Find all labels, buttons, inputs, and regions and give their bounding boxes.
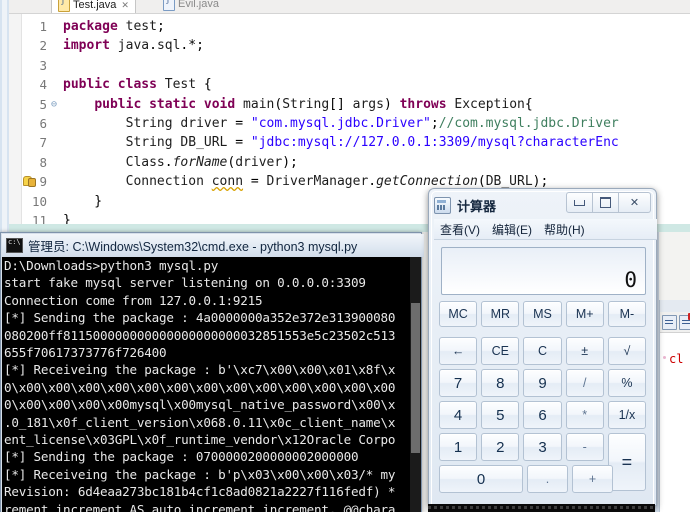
calculator-icon — [434, 197, 451, 214]
code-text: public class Test { — [63, 77, 212, 93]
code-text: package test; — [63, 19, 165, 34]
cmd-scrollbar[interactable] — [410, 257, 421, 512]
cmd-console-window[interactable]: 管理员: C:\Windows\System32\cmd.exe - pytho… — [0, 232, 424, 512]
memory-clear-key[interactable]: MC — [439, 301, 478, 327]
close-icon[interactable]: ✕ — [121, 0, 129, 11]
cmd-title-text: 管理员: C:\Windows\System32\cmd.exe - pytho… — [28, 240, 358, 254]
digit-7-key[interactable]: 7 — [439, 369, 478, 397]
sign-toggle-key[interactable]: ± — [565, 337, 604, 365]
memory-subtract-key[interactable]: M- — [607, 301, 647, 327]
minimize-button[interactable] — [566, 192, 593, 213]
line-number: 2 — [39, 38, 47, 54]
calculator-menu-item-0[interactable]: 查看(V) — [440, 221, 480, 238]
cmd-scrollbar-thumb[interactable] — [411, 303, 420, 453]
line-number: 9 — [39, 174, 47, 190]
code-text: } — [63, 193, 103, 209]
digit-8-key[interactable]: 8 — [481, 369, 520, 397]
line-number: 6 — [39, 116, 47, 131]
code-line[interactable]: 5 ⊖ public static void main(String[] args… — [21, 95, 690, 114]
digit-0-key[interactable]: 0 — [439, 465, 523, 493]
code-line[interactable]: 1 package test; — [21, 17, 690, 36]
calculator-window[interactable]: 计算器 ✕ 查看(V) 编辑(E) 帮助(H) 0 MC MR MS M+ M- ← CE C ± √… — [428, 188, 657, 506]
digit-9-key[interactable]: 9 — [523, 369, 562, 397]
line-number: 8 — [39, 154, 47, 170]
editor-tab-bar: Test.java ✕ Evil.java — [9, 0, 690, 13]
digit-3-key[interactable]: 3 — [523, 433, 562, 461]
cmd-output-text: D:\Downloads>python3 mysql.py start fake… — [4, 258, 396, 512]
tab-label: Evil.java — [178, 0, 219, 10]
code-text: import java.sql.*; — [63, 38, 204, 54]
calculator-display-value: 0 — [624, 268, 637, 292]
digit-2-key[interactable]: 2 — [481, 433, 520, 461]
terminate-console-icon[interactable] — [678, 312, 690, 330]
memory-add-key[interactable]: M+ — [565, 301, 604, 327]
clear-entry-key[interactable]: CE — [481, 337, 520, 365]
line-number: 7 — [39, 135, 47, 151]
divide-key[interactable]: / — [565, 369, 604, 397]
tab-evil-java[interactable]: Evil.java — [157, 0, 225, 13]
line-number: 1 — [39, 19, 47, 34]
java-file-icon — [163, 0, 175, 11]
calculator-menu-bar[interactable]: 查看(V) 编辑(E) 帮助(H) — [434, 219, 657, 240]
maximize-button[interactable] — [593, 192, 619, 213]
reciprocal-key[interactable]: 1/x — [607, 401, 647, 429]
tab-label: Test.java — [73, 0, 117, 11]
annotation-dot — [663, 356, 666, 359]
console-view-icon[interactable] — [662, 314, 677, 330]
console-panel-toolbar[interactable] — [660, 312, 690, 333]
backspace-key[interactable]: ← — [439, 337, 478, 365]
calculator-display: 0 — [441, 247, 646, 295]
percent-key[interactable]: % — [607, 369, 647, 397]
cmd-output-area[interactable]: FREEBUF D:\Downloads>python3 mysql.py st… — [2, 257, 420, 512]
code-line[interactable]: 7 String DB_URL = "jdbc:mysql://127.0.0.… — [21, 133, 690, 152]
calculator-title-text: 计算器 — [457, 199, 497, 214]
calculator-menu-item-1[interactable]: 编辑(E) — [492, 221, 532, 238]
digit-4-key[interactable]: 4 — [439, 401, 478, 429]
memory-recall-key[interactable]: MR — [481, 301, 520, 327]
code-text: public static void main(String[] args) t… — [94, 96, 533, 112]
console-panel-header — [660, 300, 690, 312]
java-file-icon — [58, 0, 70, 12]
line-number: 10 — [31, 193, 47, 209]
code-line[interactable]: 4 public class Test { — [21, 75, 690, 94]
console-output-text: cl — [669, 352, 684, 366]
digit-6-key[interactable]: 6 — [523, 401, 562, 429]
window-controls[interactable]: ✕ — [566, 192, 651, 213]
decimal-point-key[interactable]: . — [527, 465, 568, 493]
sqrt-key[interactable]: √ — [607, 337, 647, 365]
line-number: 4 — [39, 77, 47, 93]
code-line[interactable]: 2 import java.sql.*; — [21, 36, 690, 55]
code-text: Class.forName(driver); — [125, 154, 298, 170]
add-key[interactable]: + — [572, 465, 613, 493]
cmd-icon — [6, 238, 23, 253]
keypad-row: 0. + — [439, 465, 646, 493]
code-text: String driver = "com.mysql.jdbc.Driver";… — [125, 116, 619, 131]
code-line[interactable]: 3 — [21, 56, 690, 75]
digit-5-key[interactable]: 5 — [481, 401, 520, 429]
fold-toggle-icon[interactable]: ⊖ — [49, 95, 59, 114]
calculator-menu-item-2[interactable]: 帮助(H) — [544, 221, 585, 238]
memory-store-key[interactable]: MS — [523, 301, 562, 327]
keypad-row: ← CE C ± √ — [439, 337, 647, 365]
tab-test-java[interactable]: Test.java ✕ — [51, 0, 136, 13]
subtract-key[interactable]: - — [565, 433, 604, 461]
close-button[interactable]: ✕ — [619, 192, 651, 213]
line-number: 3 — [39, 57, 47, 73]
multiply-key[interactable]: * — [565, 401, 604, 429]
cmd-title-bar[interactable]: 管理员: C:\Windows\System32\cmd.exe - pytho… — [2, 234, 424, 257]
digit-1-key[interactable]: 1 — [439, 433, 478, 461]
keypad-row: 4 5 6 * 1/x — [439, 401, 647, 429]
clear-key[interactable]: C — [523, 337, 562, 365]
console-view-panel[interactable]: cl — [659, 300, 690, 512]
keypad-row: 7 8 9/% — [439, 369, 647, 397]
keypad-row: MC MR MS M+ M- — [439, 301, 647, 327]
code-text: String DB_URL = "jdbc:mysql://127.0.0.1:… — [125, 135, 619, 151]
code-line[interactable]: 8 Class.forName(driver); — [21, 153, 690, 172]
line-number: 5 — [39, 96, 47, 112]
code-line[interactable]: 6 String driver = "com.mysql.jdbc.Driver… — [21, 114, 690, 133]
calculator-keypad[interactable]: MC MR MS M+ M- ← CE C ± √ 7 8 9/% 4 5 6 * 1/x 1 2 3- = 0. + — [439, 301, 647, 496]
taskbar-peek — [428, 504, 655, 512]
